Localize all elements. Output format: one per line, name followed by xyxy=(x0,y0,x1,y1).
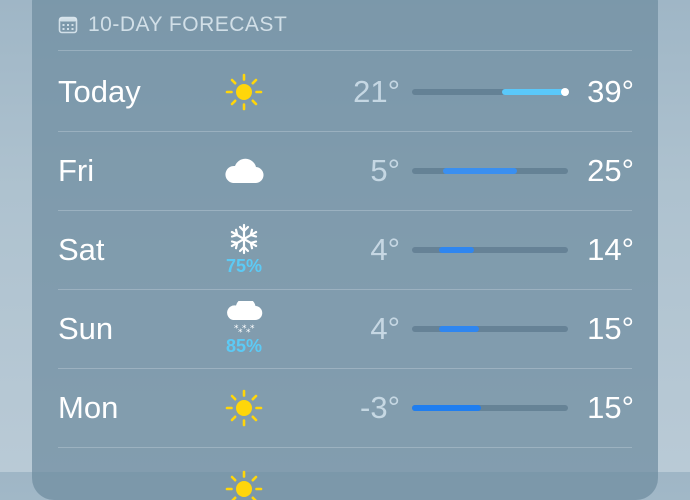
day-label: Mon xyxy=(58,390,119,425)
condition xyxy=(218,369,270,447)
forecast-row[interactable]: Mon -3° 15° xyxy=(32,369,658,447)
day-label: Sat xyxy=(58,232,105,267)
condition xyxy=(218,132,270,210)
day-label: Sun xyxy=(58,311,114,346)
row-divider xyxy=(58,50,632,51)
precip-chance: 85% xyxy=(225,336,263,356)
svg-text:*: * xyxy=(246,328,251,335)
calendar-icon xyxy=(58,16,78,34)
sun-icon xyxy=(225,389,263,427)
temp-range-bar xyxy=(412,88,569,96)
forecast-header: 10-DAY FORECAST xyxy=(58,8,287,42)
low-temp: 4° xyxy=(370,232,400,267)
temp-range-fill xyxy=(438,326,480,332)
cloud-snow-icon: * * * * * xyxy=(224,297,264,338)
temp-range-fill xyxy=(412,405,481,411)
low-temp: 4° xyxy=(370,311,400,346)
cloud-icon xyxy=(223,156,265,186)
condition xyxy=(218,53,270,131)
high-temp: 25° xyxy=(587,153,634,188)
high-temp: 15° xyxy=(587,311,634,346)
temp-range-fill xyxy=(443,168,517,174)
forecast-row[interactable]: Sat 75% 4° 14° xyxy=(32,211,658,289)
high-temp: 39° xyxy=(587,74,634,109)
low-temp: -3° xyxy=(360,390,400,425)
condition: 75% xyxy=(218,211,270,289)
temp-range-fill xyxy=(438,247,475,253)
forecast-row[interactable]: Today 21° 39° xyxy=(32,53,658,131)
sun-icon xyxy=(225,73,263,111)
forecast-row[interactable]: Sun * * * * * 85% 4° 15° xyxy=(32,290,658,368)
low-temp: 21° xyxy=(353,74,400,109)
day-label: Today xyxy=(58,74,141,109)
low-temp: 5° xyxy=(370,153,400,188)
snowflake-icon xyxy=(228,223,260,255)
precip-chance: 75% xyxy=(225,256,263,276)
high-temp: 15° xyxy=(587,390,634,425)
forecast-title: 10-DAY FORECAST xyxy=(88,13,288,36)
condition: * * * * * 85% xyxy=(218,290,270,368)
temp-range-bar xyxy=(412,247,568,253)
svg-text:*: * xyxy=(250,324,255,334)
svg-text:*: * xyxy=(238,328,243,335)
forecast-row[interactable]: Fri 5° 25° xyxy=(32,132,658,210)
temp-range-bar xyxy=(412,326,568,332)
temp-range-fill xyxy=(502,89,565,95)
day-label: Fri xyxy=(58,153,95,188)
high-temp: 14° xyxy=(587,232,634,267)
temp-range-bar xyxy=(412,168,568,174)
forecast-card: 10-DAY FORECAST Today 21° 39° Fri 5° 25° Sat 75… xyxy=(32,0,658,500)
temp-range-bar xyxy=(412,405,568,411)
row-divider xyxy=(58,447,632,448)
sun-icon xyxy=(225,470,263,500)
